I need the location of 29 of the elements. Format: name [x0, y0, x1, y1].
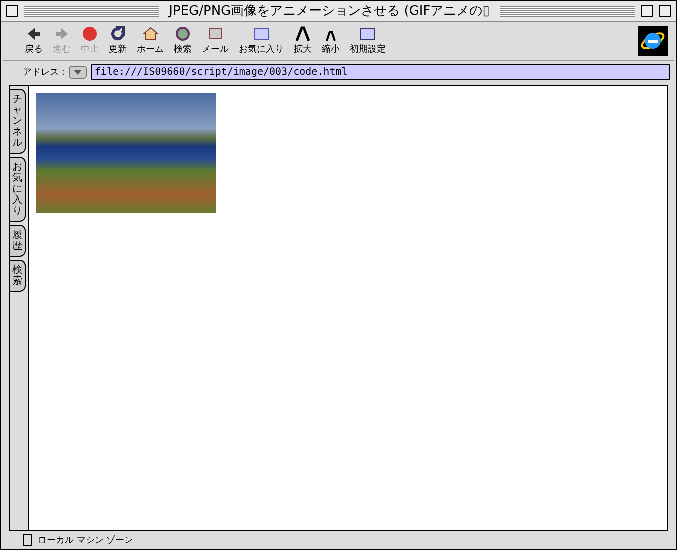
side-tab[interactable]: チャンネル [10, 89, 26, 154]
collapse-box[interactable] [659, 5, 672, 17]
browser-logo [638, 26, 668, 56]
back-icon [26, 26, 42, 42]
close-box[interactable] [6, 5, 18, 17]
caret-icon [74, 70, 82, 74]
home-icon [142, 26, 158, 42]
refresh-icon [110, 26, 126, 42]
toolbar-button[interactable]: お気に入り [235, 26, 288, 56]
security-zone-text: ローカル マシン ゾーン [38, 534, 134, 546]
stop-icon [82, 26, 98, 42]
address-dropdown[interactable] [68, 66, 87, 78]
address-label: アドレス : [23, 66, 65, 78]
toolbar-button[interactable]: ホーム [133, 26, 168, 56]
side-tab[interactable]: 履歴 [10, 225, 26, 257]
toolbar-button[interactable]: 検索 [170, 26, 196, 56]
forward-icon [54, 26, 70, 42]
toolbar-button[interactable]: メール [198, 26, 233, 56]
side-tab[interactable]: 検索 [10, 260, 26, 292]
computer-icon [23, 534, 32, 546]
search-icon [175, 26, 191, 42]
toolbar-button[interactable]: 戻る [21, 26, 47, 56]
toolbar-button[interactable]: 更新 [105, 26, 131, 56]
address-field[interactable]: file:///IS09660/script/image/003/code.html [90, 64, 670, 80]
toolbar-button[interactable]: 縮小 [318, 26, 344, 56]
toolbar-button[interactable]: 初期設定 [346, 26, 390, 56]
zoom-box[interactable] [641, 5, 654, 17]
toolbar-button[interactable]: 拡大 [290, 26, 316, 56]
side-tab[interactable]: お気に入り [10, 157, 26, 222]
